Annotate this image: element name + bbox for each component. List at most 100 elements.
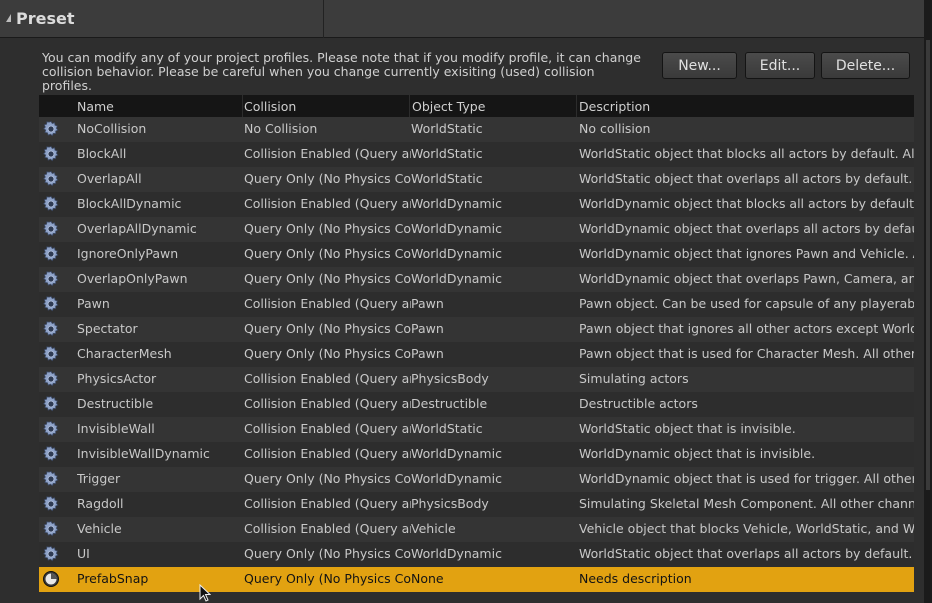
description-value: Simulating Skeletal Mesh Component. All …: [579, 496, 914, 511]
preset-panel: You can modify any of your project profi…: [0, 38, 924, 603]
object-type-value: PhysicsBody: [411, 371, 489, 386]
description-value: Pawn object that ignores all other actor…: [579, 321, 914, 336]
object-type-value: Pawn: [411, 296, 444, 311]
gear-icon: [42, 195, 60, 213]
profile-name: BlockAllDynamic: [77, 196, 182, 211]
object-type-value: Pawn: [411, 346, 444, 361]
profile-name: IgnoreOnlyPawn: [77, 246, 179, 261]
column-header-collision[interactable]: Collision: [244, 99, 296, 114]
column-divider[interactable]: [576, 95, 577, 117]
column-header-description[interactable]: Description: [579, 99, 650, 114]
column-header-name[interactable]: Name: [77, 99, 114, 114]
collision-value: Query Only (No Physics Collis: [244, 271, 411, 286]
scrollbar-thumb[interactable]: [926, 40, 930, 490]
table-row[interactable]: PhysicsActor Collision Enabled (Query and…: [39, 367, 914, 392]
gear-icon: [42, 495, 60, 513]
gear-icon: [42, 370, 60, 388]
column-divider[interactable]: [242, 95, 243, 117]
profile-name: OverlapAll: [77, 171, 142, 186]
table-row[interactable]: BlockAllCollision Enabled (Query and PWo…: [39, 142, 914, 167]
collision-value: Query Only (No Physics Collis: [244, 471, 411, 486]
table-header: Name Collision Object Type Description: [39, 95, 914, 117]
object-type-value: PhysicsBody: [411, 496, 489, 511]
gear-icon: [42, 220, 60, 238]
table-row-selected[interactable]: PrefabSnap Query Only (No Physics Collis N…: [39, 567, 914, 592]
object-type-value: WorldDynamic: [411, 246, 502, 261]
description-value: Pawn object that is used for Character M…: [579, 346, 914, 361]
collision-profile-table: Name Collision Object Type Description N…: [39, 95, 914, 592]
edit-profile-button[interactable]: Edit...: [745, 52, 815, 79]
description-value: No collision: [579, 121, 651, 136]
profile-name: Pawn: [77, 296, 110, 311]
table-row[interactable]: PawnCollision Enabled (Query and PPawnPa…: [39, 292, 914, 317]
object-type-value: WorldDynamic: [411, 546, 502, 561]
table-row[interactable]: OverlapAll Query Only (No Physics Collis W…: [39, 167, 914, 192]
object-type-value: WorldStatic: [411, 146, 483, 161]
profile-name: PhysicsActor: [77, 371, 157, 386]
collision-value: Collision Enabled (Query and P: [244, 196, 411, 211]
collision-value: Query Only (No Physics Collis: [244, 171, 411, 186]
collapse-triangle-icon[interactable]: [6, 14, 11, 22]
profile-name: OverlapOnlyPawn: [77, 271, 188, 286]
toggle-knob-icon: [42, 570, 60, 588]
profile-name: PrefabSnap: [77, 571, 149, 586]
gear-icon: [42, 395, 60, 413]
profile-name: BlockAll: [77, 146, 127, 161]
table-row[interactable]: Ragdoll Collision Enabled (Query and PPhy…: [39, 492, 914, 517]
table-row[interactable]: CharacterMesh Query Only (No Physics Coll…: [39, 342, 914, 367]
description-value: WorldDynamic object that blocks all acto…: [579, 196, 914, 211]
collision-value: Collision Enabled (Query and P: [244, 146, 411, 161]
description-value: WorldStatic object that is invisible.: [579, 421, 796, 436]
table-row[interactable]: UI Query Only (No Physics Collis WorldDyna…: [39, 542, 914, 567]
table-row[interactable]: IgnoreOnlyPawn Query Only (No Physics Col…: [39, 242, 914, 267]
gear-icon: [42, 345, 60, 363]
gear-icon: [42, 445, 60, 463]
profile-name: Ragdoll: [77, 496, 124, 511]
column-header-object-type[interactable]: Object Type: [412, 99, 485, 114]
table-row[interactable]: Spectator Query Only (No Physics Collis Pa…: [39, 317, 914, 342]
table-body: NoCollision No Collision WorldStatic No col…: [39, 117, 914, 592]
collision-value: Collision Enabled (Query and P: [244, 296, 411, 311]
description-value: Pawn object. Can be used for capsule of …: [579, 296, 914, 311]
delete-profile-button[interactable]: Delete...: [821, 52, 910, 79]
preset-section-header[interactable]: Preset: [0, 0, 924, 38]
collision-value: No Collision: [244, 121, 318, 136]
collision-value: Query Only (No Physics Collis: [244, 246, 411, 261]
object-type-value: Vehicle: [411, 521, 456, 536]
profile-name: Vehicle: [77, 521, 122, 536]
description-value: Needs description: [579, 571, 692, 586]
profile-name: Trigger: [77, 471, 121, 486]
collision-value: Query Only (No Physics Collis: [244, 346, 411, 361]
mouse-pointer-icon: [199, 584, 211, 602]
object-type-value: WorldStatic: [411, 121, 483, 136]
collision-value: Collision Enabled (Query and P: [244, 371, 411, 386]
object-type-value: WorldStatic: [411, 171, 483, 186]
collision-value: Query Only (No Physics Collis: [244, 546, 411, 561]
column-divider[interactable]: [409, 95, 410, 117]
table-row[interactable]: Trigger Query Only (No Physics Collis Worl…: [39, 467, 914, 492]
table-row[interactable]: BlockAllDynamic Collision Enabled (Query …: [39, 192, 914, 217]
collision-value: Collision Enabled (Query and P: [244, 521, 411, 536]
description-value: Simulating actors: [579, 371, 689, 386]
collision-value: Collision Enabled (Query and P: [244, 496, 411, 511]
table-row[interactable]: OverlapAllDynamic Query Only (No Physics …: [39, 217, 914, 242]
profile-name: NoCollision: [77, 121, 147, 136]
description-value: Vehicle object that blocks Vehicle, Worl…: [579, 521, 914, 536]
table-row[interactable]: InvisibleWall Collision Enabled (Query an…: [39, 417, 914, 442]
object-type-value: None: [411, 571, 444, 586]
table-row[interactable]: OverlapOnlyPawn Query Only (No Physics Co…: [39, 267, 914, 292]
vertical-scrollbar[interactable]: [924, 0, 932, 603]
header-divider: [323, 0, 324, 38]
table-row[interactable]: InvisibleWallDynamic Collision Enabled (Q…: [39, 442, 914, 467]
profile-name: InvisibleWall: [77, 421, 155, 436]
gear-icon: [42, 170, 60, 188]
table-row[interactable]: NoCollision No Collision WorldStatic No col…: [39, 117, 914, 142]
table-row[interactable]: VehicleCollision Enabled (Query and PVeh…: [39, 517, 914, 542]
description-value: WorldStatic object that overlaps all act…: [579, 171, 914, 186]
description-value: WorldStatic object that blocks all actor…: [579, 146, 914, 161]
profile-name: Destructible: [77, 396, 154, 411]
table-row[interactable]: DestructibleCollision Enabled (Query and…: [39, 392, 914, 417]
object-type-value: Destructible: [411, 396, 488, 411]
new-profile-button[interactable]: New...: [662, 52, 737, 79]
collision-value: Collision Enabled (Query and P: [244, 421, 411, 436]
